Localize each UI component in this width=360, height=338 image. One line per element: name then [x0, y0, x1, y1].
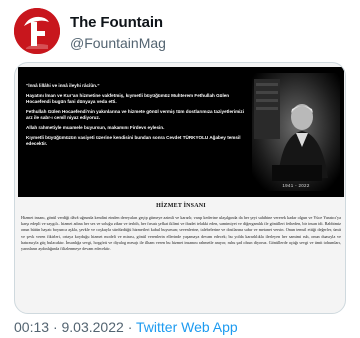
tweet-media[interactable]: “İnnâ lillâhi ve innâ ileyhi râcîûn.” Ha…	[14, 62, 346, 314]
avatar[interactable]	[14, 8, 60, 54]
announcement-line: “İnnâ lillâhi ve innâ ileyhi râcîûn.”	[26, 83, 100, 88]
tweet: The Fountain @FountainMag “İnnâ lillâhi …	[0, 0, 360, 338]
user-handle[interactable]: @FountainMag	[70, 34, 166, 53]
fountain-logo-icon	[14, 8, 60, 54]
announcement-line: Kıymetli büyüğümüzün vasiyeti üzerine ke…	[26, 135, 241, 146]
photo-years: 1941 - 2022	[282, 183, 310, 188]
announcement-line: Hayatını İman ve Kur’an hizmetine vakfet…	[26, 93, 230, 104]
announcement-panel: “İnnâ lillâhi ve innâ ileyhi râcîûn.” Ha…	[18, 67, 344, 197]
article-title: HİZMET İNSANI	[156, 203, 206, 209]
article-body: Hizmet insanı, gönül verdiği dâvâ uğrund…	[21, 215, 341, 252]
separator-dot: ·	[52, 319, 58, 335]
article: HİZMET İNSANI Hizmet insanı, gönül verdi…	[21, 203, 341, 313]
portrait-photo	[252, 73, 340, 191]
tweet-source-link[interactable]: Twitter Web App	[136, 319, 238, 335]
separator-dot: ·	[127, 319, 133, 335]
tweet-metadata: 00:13 · 9.03.2022 · Twitter Web App	[14, 318, 238, 336]
display-name[interactable]: The Fountain	[70, 13, 166, 32]
user-info: The Fountain @FountainMag	[70, 13, 166, 53]
announcement-line: Fethullah Gülen Hocaefendi’nin yakınları…	[26, 109, 245, 120]
tweet-date[interactable]: 9.03.2022	[62, 319, 124, 335]
tweet-header: The Fountain @FountainMag	[14, 8, 346, 54]
announcement-line: Allah rahmetiyle muamele buyursun, makam…	[26, 125, 165, 130]
announcement-text: “İnnâ lillâhi ve innâ ileyhi râcîûn.” Ha…	[26, 83, 244, 151]
tweet-time[interactable]: 00:13	[14, 319, 49, 335]
